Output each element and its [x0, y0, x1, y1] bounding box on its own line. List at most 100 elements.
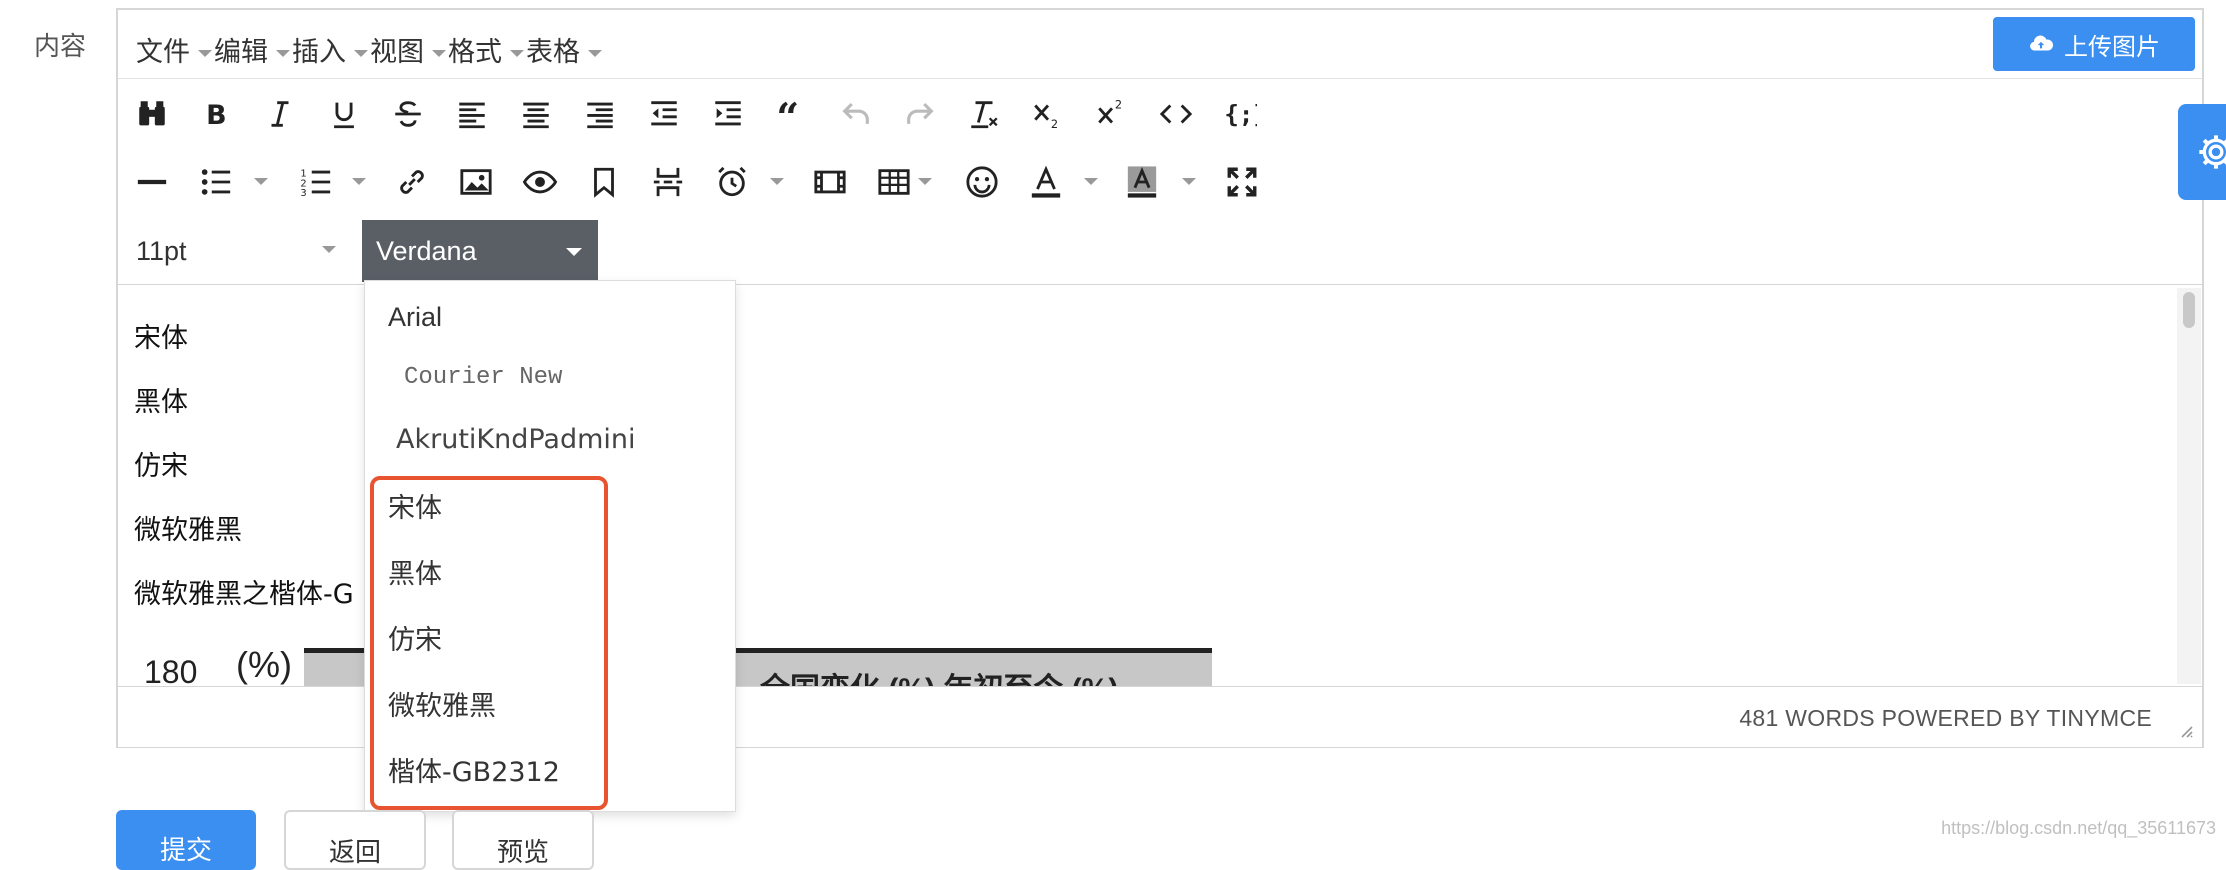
gear-icon — [2199, 135, 2226, 169]
chevron-down-icon — [510, 50, 524, 58]
cloud-upload-icon — [2030, 35, 2054, 51]
content-line[interactable]: 黑体 — [134, 380, 188, 419]
bullet-list-caret-icon[interactable] — [254, 178, 268, 185]
font-option-fangsong[interactable]: 仿宋 — [388, 618, 442, 657]
content-label: 内容 — [34, 31, 87, 61]
menu-format-label: 格式 — [448, 37, 502, 67]
chevron-down-icon — [276, 50, 290, 58]
watermark-text: https://blog.csdn.net/qq_35611673 — [1941, 818, 2216, 838]
subscript-icon[interactable]: 2 — [1026, 92, 1070, 136]
code-sample-icon[interactable]: {;} — [1218, 92, 1262, 136]
svg-text:2: 2 — [1115, 97, 1122, 111]
font-option-songti[interactable]: 宋体 — [388, 486, 442, 525]
bookmark-icon[interactable] — [582, 160, 626, 204]
scrollbar-thumb[interactable] — [2183, 292, 2195, 328]
font-family-select[interactable]: Verdana — [362, 220, 598, 282]
italic-icon[interactable] — [258, 92, 302, 136]
table-icon[interactable] — [872, 160, 916, 204]
font-option-heiti[interactable]: 黑体 — [388, 552, 442, 591]
content-scrollbar[interactable] — [2177, 288, 2201, 684]
svg-text:3: 3 — [300, 188, 306, 199]
settings-tab[interactable] — [2178, 104, 2226, 200]
background-color-caret-icon[interactable] — [1182, 178, 1196, 185]
image-axis-label: 180 — [144, 654, 198, 688]
font-size-select[interactable]: 11pt — [136, 236, 187, 267]
undo-icon[interactable] — [834, 92, 878, 136]
font-option-kaiti[interactable]: 楷体-GB2312 — [388, 750, 560, 789]
submit-button[interactable]: 提交 — [116, 810, 256, 870]
underline-icon[interactable] — [322, 92, 366, 136]
bold-icon[interactable]: B — [194, 92, 238, 136]
text-color-icon[interactable] — [1024, 160, 1068, 204]
link-icon[interactable] — [390, 160, 434, 204]
chevron-down-icon — [432, 50, 446, 58]
content-line[interactable]: 微软雅黑之楷体-G — [134, 572, 354, 611]
numbered-list-caret-icon[interactable] — [352, 178, 366, 185]
menu-insert-label: 插入 — [292, 37, 346, 67]
word-count-status: 481 WORDS POWERED BY TINYMCE — [1739, 705, 2152, 731]
menu-edit-label: 编辑 — [214, 37, 268, 67]
font-option-courier-new[interactable]: Courier New — [404, 364, 562, 391]
image-icon[interactable] — [454, 160, 498, 204]
resize-handle-icon[interactable] — [2178, 723, 2194, 739]
font-option-yahei[interactable]: 微软雅黑 — [388, 684, 496, 723]
menu-view[interactable]: 视图 — [370, 30, 446, 69]
menu-table[interactable]: 表格 — [526, 30, 602, 69]
menu-format[interactable]: 格式 — [448, 30, 524, 69]
upload-image-label: 上传图片 — [2064, 33, 2160, 61]
emoticons-icon[interactable] — [960, 160, 1004, 204]
align-center-icon[interactable] — [514, 92, 558, 136]
datetime-caret-icon[interactable] — [770, 178, 784, 185]
font-family-dropdown — [364, 280, 736, 812]
image-header-text: 全国变化 (%) 年初至今 (%) — [760, 664, 1118, 688]
svg-text:{;}: {;} — [1224, 101, 1257, 129]
editor-menubar: 文件 编辑 插入 视图 格式 表格 — [118, 10, 2202, 79]
horizontal-rule-icon[interactable] — [130, 160, 174, 204]
code-icon[interactable] — [1154, 92, 1198, 136]
chevron-down-icon — [588, 50, 602, 58]
align-right-icon[interactable] — [578, 92, 622, 136]
back-button[interactable]: 返回 — [284, 810, 426, 870]
font-size-caret-icon[interactable] — [322, 246, 336, 253]
chevron-down-icon — [566, 248, 582, 256]
font-option-akruti[interactable]: AkrutiKndPadmini — [396, 424, 636, 455]
strikethrough-icon[interactable] — [386, 92, 430, 136]
preview-eye-icon[interactable] — [518, 160, 562, 204]
menu-insert[interactable]: 插入 — [292, 30, 368, 69]
indent-icon[interactable] — [706, 92, 750, 136]
font-family-value: Verdana — [376, 236, 477, 266]
fullscreen-icon[interactable] — [1220, 160, 1264, 204]
content-line[interactable]: 微软雅黑 — [134, 508, 242, 547]
table-caret-icon[interactable] — [918, 178, 932, 185]
outdent-icon[interactable] — [642, 92, 686, 136]
clear-formatting-icon[interactable] — [962, 92, 1006, 136]
align-left-icon[interactable] — [450, 92, 494, 136]
menu-view-label: 视图 — [370, 37, 424, 67]
content-line[interactable]: 仿宋 — [134, 444, 188, 483]
svg-text:2: 2 — [1051, 117, 1058, 131]
media-icon[interactable] — [808, 160, 852, 204]
font-option-arial[interactable]: Arial — [388, 302, 442, 333]
text-color-caret-icon[interactable] — [1084, 178, 1098, 185]
background-color-icon[interactable] — [1120, 160, 1164, 204]
page-break-icon[interactable] — [646, 160, 690, 204]
menu-file-label: 文件 — [136, 37, 190, 67]
blockquote-icon[interactable]: “ — [770, 92, 814, 136]
redo-icon[interactable] — [898, 92, 942, 136]
chevron-down-icon — [198, 50, 212, 58]
superscript-icon[interactable]: 2 — [1090, 92, 1134, 136]
preview-button[interactable]: 预览 — [452, 810, 594, 870]
numbered-list-icon[interactable]: 123 — [294, 160, 338, 204]
upload-image-button[interactable]: 上传图片 — [1993, 17, 2195, 71]
svg-text:“: “ — [776, 97, 799, 131]
svg-text:B: B — [206, 100, 227, 131]
menu-edit[interactable]: 编辑 — [214, 30, 290, 69]
find-replace-icon[interactable] — [130, 92, 174, 136]
menu-file[interactable]: 文件 — [136, 30, 212, 69]
image-unit-label: (%) — [236, 644, 292, 685]
bullet-list-icon[interactable] — [194, 160, 238, 204]
chevron-down-icon — [354, 50, 368, 58]
menu-table-label: 表格 — [526, 37, 580, 67]
alarm-clock-icon[interactable] — [710, 160, 754, 204]
content-line[interactable]: 宋体 — [134, 316, 188, 355]
